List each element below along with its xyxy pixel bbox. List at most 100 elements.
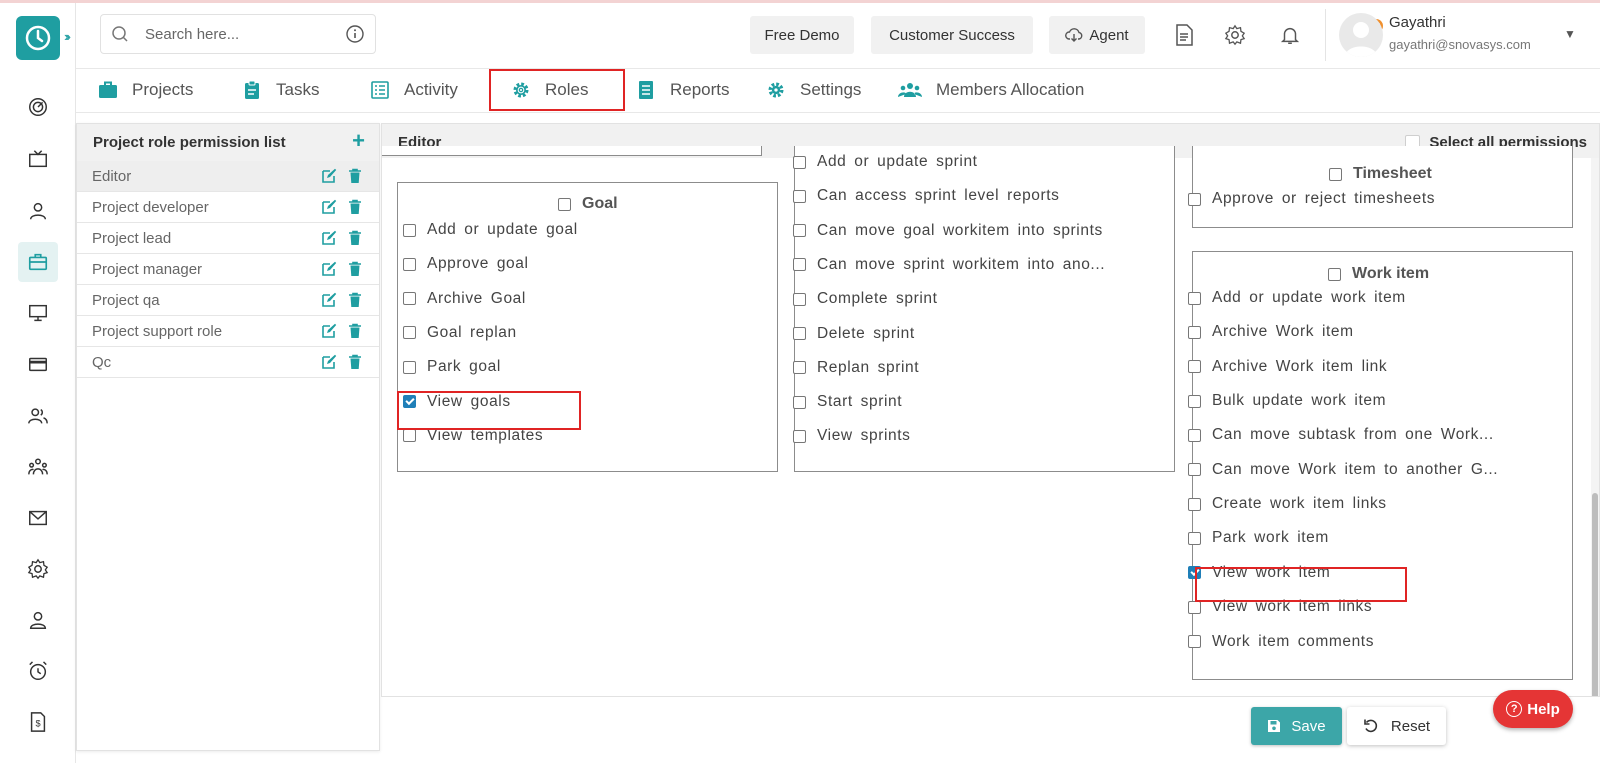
- reset-button[interactable]: Reset: [1347, 707, 1446, 745]
- role-list-item[interactable]: Project lead: [77, 223, 379, 254]
- agent-button[interactable]: Agent: [1049, 16, 1145, 54]
- tab-activity[interactable]: Activity: [370, 73, 458, 107]
- goal-permission-item[interactable]: Goal replan: [403, 324, 517, 342]
- edit-icon[interactable]: [321, 199, 337, 215]
- tv-nav-icon[interactable]: [18, 139, 58, 179]
- expand-menu-icon[interactable]: ›››: [64, 29, 71, 44]
- permission-checkbox[interactable]: [403, 223, 416, 237]
- projects-nav-icon[interactable]: [18, 242, 58, 282]
- avatar[interactable]: [1339, 13, 1383, 57]
- tab-projects[interactable]: Projects: [98, 73, 193, 107]
- trash-icon[interactable]: [347, 323, 363, 339]
- free-demo-button[interactable]: Free Demo: [750, 16, 854, 54]
- work-item-permission-item[interactable]: Park work item: [1188, 529, 1329, 547]
- sprint-permission-item[interactable]: Can move goal workitem into sprints: [793, 222, 1103, 240]
- role-list-item[interactable]: Project support role: [77, 316, 379, 347]
- work-item-permission-item[interactable]: Work item comments: [1188, 633, 1374, 651]
- permission-checkbox[interactable]: [793, 395, 806, 409]
- permission-checkbox[interactable]: [1188, 531, 1201, 545]
- permission-checkbox[interactable]: [793, 361, 806, 375]
- work-item-permission-item[interactable]: Bulk update work item: [1188, 392, 1386, 410]
- profile-nav-icon[interactable]: [18, 600, 58, 640]
- tab-roles[interactable]: Roles: [489, 69, 625, 111]
- permission-checkbox[interactable]: [1188, 635, 1201, 648]
- work-item-permission-item[interactable]: Can move subtask from one Work...: [1188, 426, 1494, 444]
- trash-icon[interactable]: [347, 230, 363, 246]
- sprint-permission-item[interactable]: View sprints: [793, 427, 910, 445]
- timesheet-group-checkbox[interactable]: [1329, 167, 1342, 181]
- save-button[interactable]: Save: [1251, 707, 1342, 745]
- permission-checkbox[interactable]: [1188, 325, 1201, 339]
- permission-checkbox[interactable]: [403, 429, 416, 443]
- permissions-scrollbar[interactable]: [1591, 158, 1599, 696]
- permission-checkbox[interactable]: [793, 258, 806, 272]
- permission-checkbox[interactable]: [1188, 360, 1201, 374]
- sprint-permission-item[interactable]: Start sprint: [793, 393, 902, 411]
- permission-checkbox[interactable]: [1188, 463, 1201, 477]
- trash-icon[interactable]: [347, 168, 363, 184]
- work-item-permission-item[interactable]: Archive Work item link: [1188, 358, 1387, 376]
- timesheet-permission-item[interactable]: Approve or reject timesheets: [1188, 190, 1435, 208]
- role-list-item[interactable]: Project developer: [77, 192, 379, 223]
- permission-checkbox[interactable]: [1188, 291, 1201, 305]
- permission-checkbox[interactable]: [1188, 428, 1201, 442]
- permission-checkbox[interactable]: [793, 155, 806, 169]
- goal-permission-item[interactable]: Approve goal: [403, 255, 529, 273]
- work-item-group-checkbox[interactable]: [1328, 267, 1341, 281]
- search-input[interactable]: [145, 25, 335, 43]
- permission-checkbox[interactable]: [403, 360, 416, 374]
- trash-icon[interactable]: [347, 292, 363, 308]
- invoice-nav-icon[interactable]: $: [18, 702, 58, 742]
- tab-reports[interactable]: Reports: [636, 73, 730, 107]
- work-item-permission-item[interactable]: Create work item links: [1188, 495, 1387, 513]
- team-nav-icon[interactable]: [18, 396, 58, 436]
- goal-permission-item[interactable]: Archive Goal: [403, 290, 526, 308]
- sprint-permission-item[interactable]: Add or update sprint: [793, 153, 978, 171]
- sprint-permission-item[interactable]: Complete sprint: [793, 290, 938, 308]
- tab-tasks[interactable]: Tasks: [242, 73, 319, 107]
- trash-icon[interactable]: [347, 354, 363, 370]
- edit-icon[interactable]: [321, 168, 337, 184]
- permission-checkbox[interactable]: [403, 292, 416, 306]
- tab-members-allocation[interactable]: Members Allocation: [898, 73, 1084, 107]
- permission-checkbox[interactable]: [793, 189, 806, 203]
- permission-checkbox[interactable]: [403, 326, 416, 340]
- role-list-item[interactable]: Project qa: [77, 285, 379, 316]
- goal-permission-item[interactable]: Park goal: [403, 358, 501, 376]
- sprint-permission-item[interactable]: Can access sprint level reports: [793, 187, 1060, 205]
- sprint-permission-item[interactable]: Delete sprint: [793, 325, 915, 343]
- work-item-permission-item[interactable]: Can move Work item to another G...: [1188, 461, 1498, 479]
- dashboard-nav-icon[interactable]: [18, 87, 58, 127]
- permission-checkbox[interactable]: [1188, 600, 1201, 614]
- edit-icon[interactable]: [321, 354, 337, 370]
- permission-checkbox[interactable]: [1188, 394, 1201, 408]
- permission-checkbox[interactable]: [793, 224, 806, 238]
- permission-checkbox[interactable]: [793, 429, 806, 443]
- gear-icon[interactable]: [1221, 21, 1249, 49]
- timesheet-group-title[interactable]: Timesheet: [1329, 165, 1432, 183]
- add-role-button[interactable]: +: [352, 128, 365, 154]
- goal-group-checkbox[interactable]: [558, 197, 571, 211]
- trash-icon[interactable]: [347, 199, 363, 215]
- role-list-item[interactable]: Qc: [77, 347, 379, 378]
- work-item-group-title[interactable]: Work item: [1328, 265, 1429, 283]
- monitor-nav-icon[interactable]: [18, 293, 58, 333]
- scrollbar-thumb[interactable]: [1592, 493, 1598, 696]
- info-icon[interactable]: [345, 24, 365, 44]
- edit-icon[interactable]: [321, 261, 337, 277]
- help-button[interactable]: ? Help: [1493, 690, 1573, 728]
- group-nav-icon[interactable]: [18, 447, 58, 487]
- tab-settings[interactable]: Settings: [766, 73, 861, 107]
- app-logo[interactable]: [16, 16, 60, 60]
- settings-nav-icon[interactable]: [18, 549, 58, 589]
- work-item-permission-item[interactable]: Add or update work item: [1188, 289, 1406, 307]
- goal-permission-item[interactable]: Add or update goal: [403, 221, 578, 239]
- user-nav-icon[interactable]: [18, 191, 58, 231]
- goal-group-title[interactable]: Goal: [558, 195, 618, 213]
- permission-checkbox[interactable]: [1188, 192, 1201, 206]
- chevron-down-icon[interactable]: ▼: [1564, 27, 1576, 41]
- edit-icon[interactable]: [321, 323, 337, 339]
- alarm-nav-icon[interactable]: [18, 651, 58, 691]
- trash-icon[interactable]: [347, 261, 363, 277]
- user-name[interactable]: Gayathri: [1389, 14, 1446, 31]
